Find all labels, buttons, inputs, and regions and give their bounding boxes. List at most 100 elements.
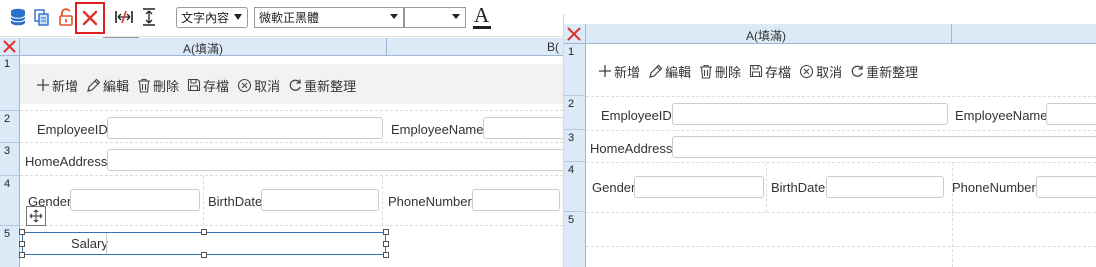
- add-label: 新增: [52, 78, 79, 94]
- employee-id-label: EmployeeID: [601, 108, 672, 123]
- resize-handle[interactable]: [383, 229, 389, 235]
- save-button[interactable]: 存檔: [187, 76, 229, 95]
- employee-name-label: EmployeeName: [391, 122, 484, 137]
- close-icon: [567, 27, 581, 41]
- right-sheet: A(填滿) 1 2 3 4 5 新增 編輯 刪除 存檔 取消 重新整理 Empl…: [564, 24, 1096, 267]
- resize-handle[interactable]: [383, 241, 389, 247]
- content-type-select[interactable]: 文字內容: [176, 7, 248, 28]
- birth-date-input[interactable]: [261, 189, 379, 211]
- column-header-a[interactable]: A(填滿): [586, 24, 952, 44]
- home-address-input[interactable]: [107, 149, 563, 171]
- row-header-4[interactable]: 4: [564, 162, 586, 212]
- grid-line: [586, 162, 1096, 163]
- resize-handle[interactable]: [19, 229, 25, 235]
- move-handle[interactable]: [26, 206, 46, 226]
- save-icon: [187, 78, 201, 92]
- row-header-5[interactable]: 5: [564, 212, 586, 267]
- database-icon[interactable]: [9, 8, 27, 26]
- add-button[interactable]: 新增: [36, 76, 78, 95]
- row-header-5[interactable]: 5: [0, 226, 20, 267]
- delete-button-highlight[interactable]: [75, 2, 105, 34]
- chevron-down-icon: [390, 14, 398, 19]
- row-header-3[interactable]: 3: [564, 130, 586, 162]
- font-family-select[interactable]: 微軟正黑體: [254, 7, 404, 28]
- content-type-value: 文字內容: [181, 11, 230, 25]
- grid-line: [586, 246, 1096, 247]
- row-number: 5: [4, 228, 11, 240]
- column-header-label: B(: [547, 40, 559, 54]
- salary-input[interactable]: [106, 233, 385, 254]
- employee-name-input[interactable]: [483, 117, 563, 139]
- row-header-1[interactable]: 1: [0, 56, 20, 111]
- row-height-icon[interactable]: [140, 8, 158, 26]
- cancel-label: 取消: [254, 78, 281, 94]
- resize-handle[interactable]: [383, 252, 389, 258]
- add-button[interactable]: 新增: [598, 62, 640, 81]
- sheet-corner[interactable]: [0, 38, 20, 56]
- delete-label: 刪除: [153, 78, 180, 94]
- edit-label: 編輯: [665, 64, 692, 80]
- resize-handle[interactable]: [201, 229, 207, 235]
- font-size-select[interactable]: [404, 7, 466, 28]
- cancel-button[interactable]: 取消: [799, 62, 842, 81]
- resize-handle[interactable]: [19, 241, 25, 247]
- phone-number-input[interactable]: [472, 189, 560, 211]
- delete-button[interactable]: 刪除: [137, 76, 179, 95]
- home-address-label: HomeAddress: [590, 141, 673, 156]
- edit-button[interactable]: 編輯: [648, 62, 691, 81]
- row-header-2[interactable]: 2: [0, 111, 20, 143]
- font-color-glyph: A: [474, 3, 490, 27]
- column-header-a[interactable]: A(填滿): [20, 38, 387, 56]
- phone-number-input[interactable]: [1036, 176, 1096, 198]
- move-icon: [29, 209, 43, 223]
- row-header-4[interactable]: 4: [0, 176, 20, 226]
- action-bar: 新增 編輯 刪除 存檔 取消 重新整理: [598, 62, 926, 80]
- employee-id-input[interactable]: [672, 103, 948, 125]
- trash-icon: [700, 64, 713, 79]
- close-icon: [3, 40, 16, 53]
- cancel-button[interactable]: 取消: [237, 76, 280, 95]
- save-button[interactable]: 存檔: [749, 62, 791, 81]
- birth-date-input[interactable]: [826, 176, 944, 198]
- row-number: 1: [568, 46, 575, 58]
- sheet-corner[interactable]: [564, 24, 586, 44]
- row-number: 3: [568, 132, 575, 144]
- home-address-label: HomeAddress: [25, 154, 108, 169]
- row-header-1[interactable]: 1: [564, 44, 586, 96]
- grid-line: [20, 110, 563, 111]
- row-header-3[interactable]: 3: [0, 143, 20, 176]
- phone-number-label: PhoneNumber: [388, 194, 472, 209]
- font-family-value: 微軟正黑體: [259, 11, 320, 25]
- column-header-b[interactable]: [952, 24, 1096, 44]
- edit-button[interactable]: 編輯: [86, 76, 129, 95]
- refresh-icon: [851, 65, 863, 77]
- unlock-icon[interactable]: [57, 8, 75, 26]
- save-icon: [749, 64, 763, 78]
- pencil-icon: [649, 64, 663, 78]
- resize-handle[interactable]: [201, 252, 207, 258]
- row-header-2[interactable]: 2: [564, 96, 586, 130]
- employee-id-label: EmployeeID: [37, 122, 108, 137]
- row-number: 3: [4, 145, 11, 157]
- delete-button[interactable]: 刪除: [699, 62, 741, 81]
- home-address-input[interactable]: [672, 136, 1096, 158]
- row-number: 1: [4, 58, 11, 70]
- pencil-icon: [87, 78, 101, 92]
- edit-label: 編輯: [103, 78, 130, 94]
- refresh-button[interactable]: 重新整理: [288, 76, 356, 95]
- employee-id-input[interactable]: [107, 117, 383, 139]
- gender-input[interactable]: [634, 176, 764, 198]
- resize-handle[interactable]: [19, 252, 25, 258]
- grid-line: [766, 163, 767, 212]
- gender-input[interactable]: [70, 189, 200, 211]
- grid-line: [203, 176, 204, 225]
- employee-name-input[interactable]: [1046, 103, 1096, 125]
- font-color-icon[interactable]: A: [472, 3, 492, 30]
- column-width-icon[interactable]: [115, 8, 133, 26]
- delete-label: 刪除: [715, 64, 742, 80]
- copy-icon[interactable]: [33, 8, 51, 26]
- refresh-button[interactable]: 重新整理: [850, 62, 918, 81]
- cancel-label: 取消: [816, 64, 843, 80]
- column-header-b[interactable]: B(: [387, 38, 563, 56]
- phone-number-label: PhoneNumber: [952, 180, 1036, 195]
